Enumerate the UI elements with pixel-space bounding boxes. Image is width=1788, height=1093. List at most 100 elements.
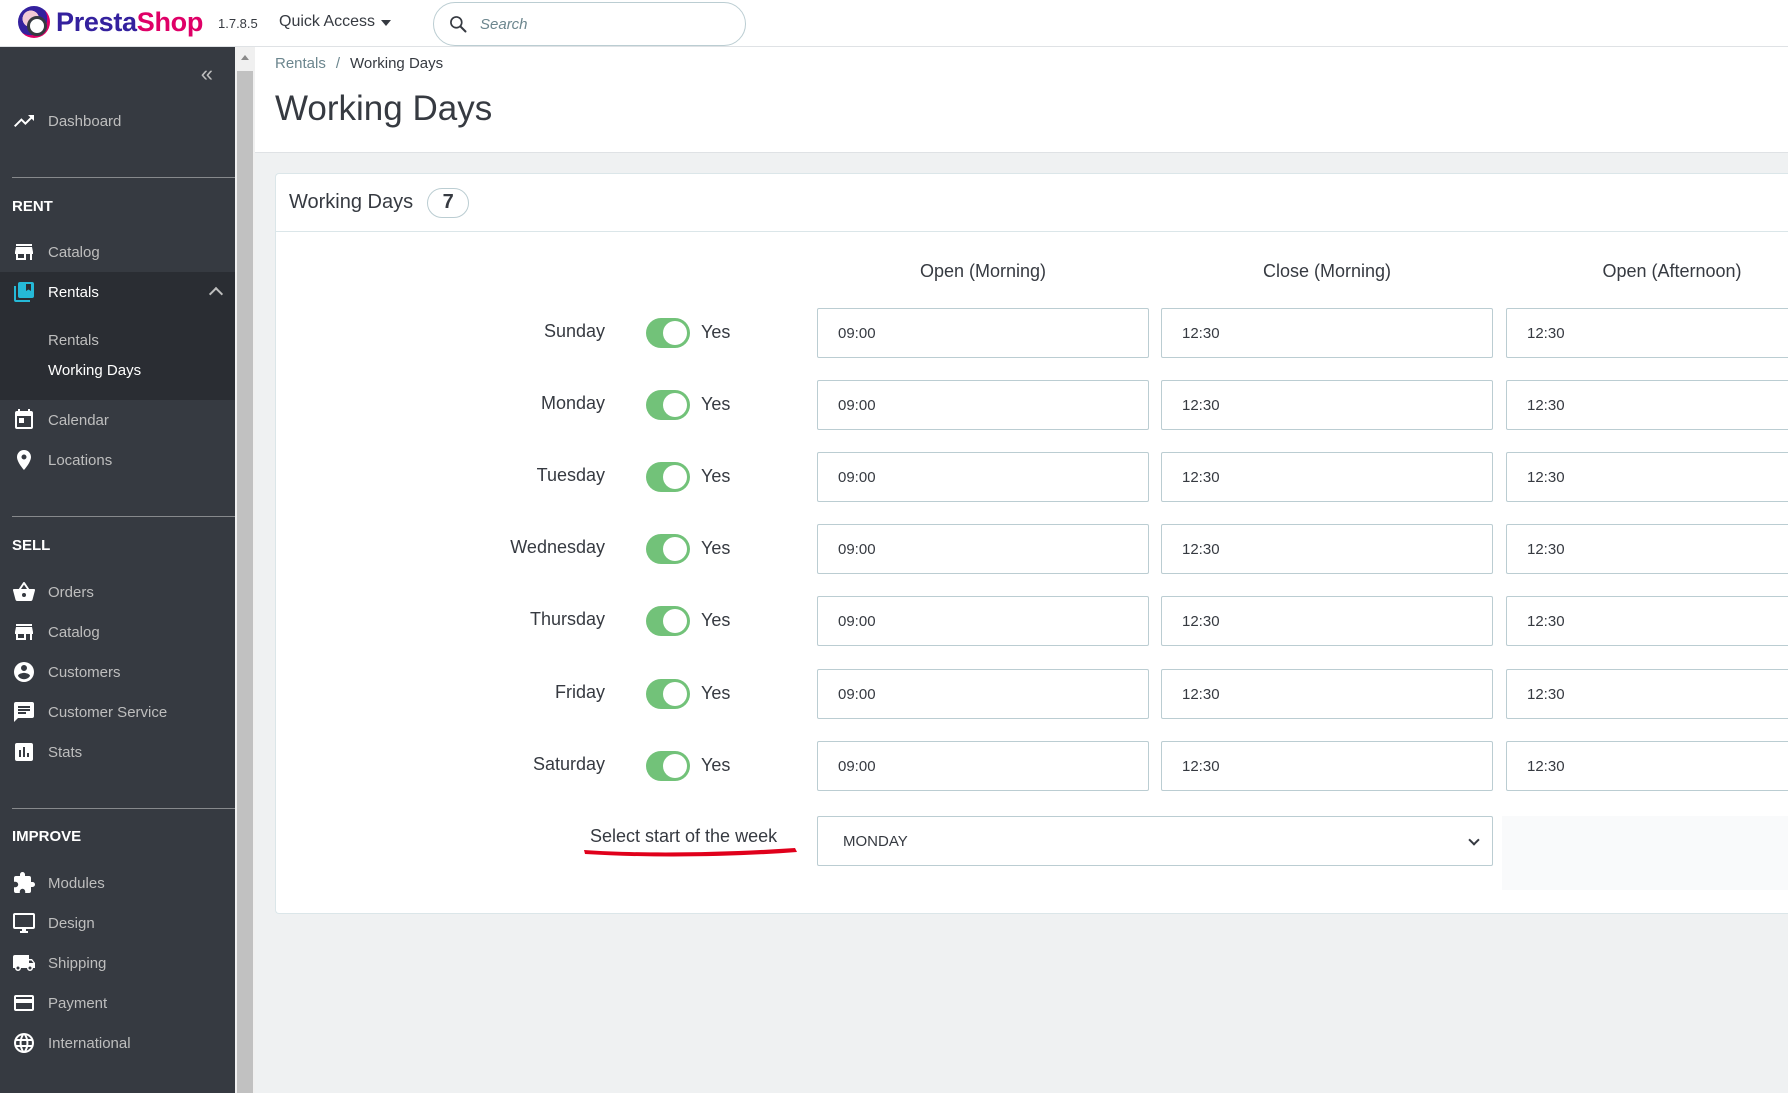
sidebar-divider: [12, 808, 235, 809]
open-afternoon-input[interactable]: [1506, 669, 1788, 719]
toggle-knob: [663, 393, 687, 417]
open-morning-input[interactable]: [817, 308, 1149, 358]
search-box[interactable]: [433, 2, 746, 46]
day-enabled-toggle[interactable]: [646, 462, 690, 492]
open-morning-input[interactable]: [817, 524, 1149, 574]
map-pin-icon: [17, 450, 31, 470]
submenu-item-working-days[interactable]: Working Days: [48, 362, 141, 379]
week-start-select[interactable]: MONDAY: [817, 816, 1493, 866]
sidebar-item-sell-catalog[interactable]: Catalog: [0, 612, 235, 652]
page-title: Working Days: [275, 89, 493, 128]
collapse-sidebar-icon[interactable]: «: [201, 61, 213, 87]
sidebar-item-dashboard[interactable]: Dashboard: [0, 101, 235, 141]
open-morning-input[interactable]: [817, 596, 1149, 646]
day-label: Monday: [540, 393, 605, 413]
chat-icon: [14, 702, 34, 722]
sidebar-item-customer-service[interactable]: Customer Service: [0, 692, 235, 732]
close-morning-input[interactable]: [1161, 669, 1493, 719]
toggle-knob: [663, 682, 687, 706]
week-start-value: MONDAY: [843, 832, 908, 850]
panel-title: Working Days: [289, 191, 414, 213]
breadcrumb: Rentals / Working Days: [275, 55, 443, 72]
toggle-yes-label: Yes: [701, 610, 731, 630]
open-morning-input[interactable]: [817, 741, 1149, 791]
sidebar-item-payment[interactable]: Payment: [0, 983, 235, 1023]
basket-icon: [12, 582, 36, 602]
day-enabled-toggle[interactable]: [646, 534, 690, 564]
prestashop-logo[interactable]: PrestaShop: [18, 6, 203, 38]
chevron-down-icon: [1468, 834, 1480, 846]
close-morning-input[interactable]: [1161, 380, 1493, 430]
day-label: Friday: [554, 682, 605, 702]
breadcrumb-separator: /: [335, 55, 341, 72]
day-label: Wednesday: [510, 537, 605, 557]
toggle-yes-label: Yes: [701, 538, 731, 558]
store-icon: [15, 244, 33, 260]
day-enabled-toggle[interactable]: [646, 606, 690, 636]
empty-cell: [1502, 816, 1788, 890]
open-afternoon-input[interactable]: [1506, 524, 1788, 574]
toggle-knob: [663, 321, 687, 345]
scroll-up-icon[interactable]: [241, 55, 249, 60]
sidebar-item-international[interactable]: International: [0, 1023, 235, 1063]
quick-access-dropdown[interactable]: Quick Access: [279, 13, 392, 31]
open-morning-input[interactable]: [817, 669, 1149, 719]
sidebar-item-customers[interactable]: Customers: [0, 652, 235, 692]
search-input[interactable]: [480, 15, 710, 33]
sidebar-item-shipping[interactable]: Shipping: [0, 943, 235, 983]
sidebar-item-locations[interactable]: Locations: [0, 440, 235, 480]
day-enabled-toggle[interactable]: [646, 751, 690, 781]
submenu-item-rentals[interactable]: Rentals: [48, 332, 99, 349]
logo-text: PrestaShop: [56, 6, 204, 37]
search-icon: [450, 16, 467, 33]
sidebar-item-orders[interactable]: Orders: [0, 572, 235, 612]
section-rent: RENT: [12, 198, 53, 215]
column-header-open-morning: Open (Morning): [919, 261, 1047, 281]
open-afternoon-input[interactable]: [1506, 741, 1788, 791]
trending-up-icon: [14, 115, 34, 127]
sidebar-divider: [12, 177, 235, 178]
working-days-panel: Working Days 7 Open (Morning) Close (Mor…: [275, 173, 1788, 914]
sidebar-item-rentals[interactable]: Rentals: [0, 272, 235, 312]
scrollbar-thumb[interactable]: [237, 71, 253, 1093]
puzzle-icon: [14, 872, 35, 893]
sidebar-scrollbar[interactable]: [235, 47, 255, 1093]
sidebar-item-rent-catalog[interactable]: Catalog: [0, 232, 235, 272]
rentals-submenu: Rentals Working Days: [0, 312, 235, 400]
toggle-knob: [663, 465, 687, 489]
sidebar-item-stats[interactable]: Stats: [0, 732, 235, 772]
column-header-close-morning: Close (Morning): [1262, 261, 1392, 281]
day-enabled-toggle[interactable]: [646, 679, 690, 709]
breadcrumb-link-rentals[interactable]: Rentals: [275, 55, 326, 72]
sidebar-item-design[interactable]: Design: [0, 903, 235, 943]
sidebar-item-modules[interactable]: Modules: [0, 863, 235, 903]
toggle-yes-label: Yes: [701, 683, 731, 703]
chevron-up-icon: [208, 286, 224, 302]
open-afternoon-input[interactable]: [1506, 452, 1788, 502]
day-enabled-toggle[interactable]: [646, 318, 690, 348]
quick-access-label: Quick Access: [279, 13, 376, 30]
column-header-open-afternoon: Open (Afternoon): [1602, 261, 1742, 281]
day-enabled-toggle[interactable]: [646, 390, 690, 420]
open-morning-input[interactable]: [817, 452, 1149, 502]
section-improve: IMPROVE: [12, 828, 82, 845]
close-morning-input[interactable]: [1161, 308, 1493, 358]
day-label: Tuesday: [536, 465, 605, 485]
open-afternoon-input[interactable]: [1506, 380, 1788, 430]
close-morning-input[interactable]: [1161, 741, 1493, 791]
monitor-icon: [13, 913, 35, 933]
panel-header: Working Days 7: [276, 174, 1788, 232]
top-header: PrestaShop 1.7.8.5 Quick Access: [0, 0, 1788, 47]
open-afternoon-input[interactable]: [1506, 308, 1788, 358]
globe-icon: [14, 1033, 34, 1053]
close-morning-input[interactable]: [1161, 524, 1493, 574]
open-morning-input[interactable]: [817, 380, 1149, 430]
open-afternoon-input[interactable]: [1506, 596, 1788, 646]
bar-chart-icon: [15, 743, 33, 761]
close-morning-input[interactable]: [1161, 452, 1493, 502]
sidebar-item-calendar[interactable]: Calendar: [0, 400, 235, 440]
breadcrumb-current: Working Days: [350, 55, 444, 72]
close-morning-input[interactable]: [1161, 596, 1493, 646]
calendar-icon: [15, 409, 33, 429]
section-sell: SELL: [12, 537, 51, 554]
